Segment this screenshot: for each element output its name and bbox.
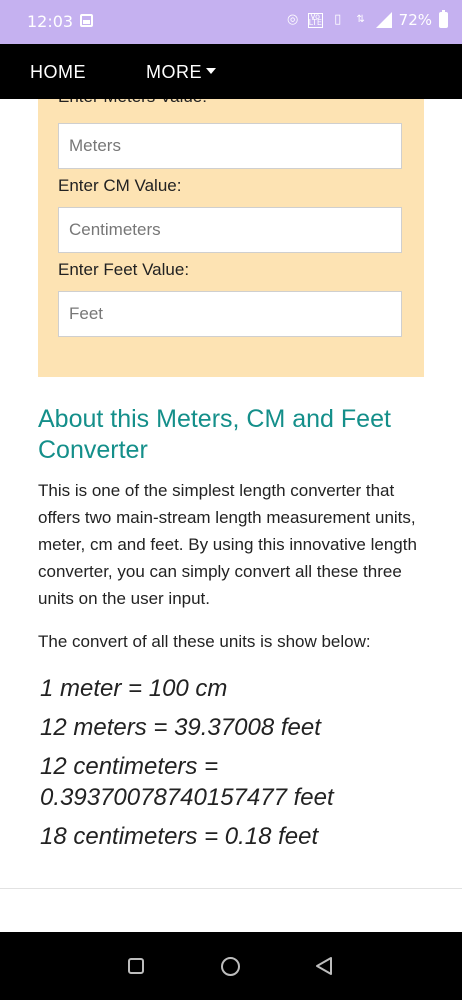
- nav-more-dropdown-overlay[interactable]: MORE: [146, 62, 216, 83]
- about-paragraph: This is one of the simplest length conve…: [38, 481, 417, 608]
- conversion-example: 18 centimeters = 0.18 feet: [40, 823, 319, 850]
- conversion-example: 12 meters = 39.37008 feet: [40, 714, 321, 741]
- back-button[interactable]: [314, 956, 334, 976]
- status-time: 12:03: [27, 12, 74, 31]
- android-nav-bar: [0, 932, 462, 1000]
- feet-label: Enter Feet Value:: [58, 260, 190, 279]
- hotspot-icon: ◎: [286, 12, 299, 27]
- centimeters-input[interactable]: [58, 207, 402, 253]
- conversion-intro: The convert of all these units is show b…: [38, 632, 371, 651]
- battery-icon: [439, 10, 448, 28]
- meters-input[interactable]: [58, 123, 402, 169]
- nav-more-label-overlay: MORE: [146, 62, 202, 82]
- conversion-example: 1 meter = 100 cm: [40, 675, 228, 702]
- battery-percent: 72%: [398, 11, 432, 29]
- status-icons: ◎ Vo LTE ▯ ⇅ 72%: [285, 10, 448, 29]
- converter-card: Enter Meters Value: Enter CM Value: Ente…: [38, 87, 424, 377]
- nav-home-link-overlay[interactable]: HOME: [30, 62, 86, 83]
- signal-icon: [375, 12, 392, 28]
- status-bar: 12:03 ◎ Vo LTE ▯ ⇅ 72%: [0, 0, 462, 44]
- image-icon: [80, 14, 93, 27]
- volte-icon: Vo LTE: [307, 11, 323, 28]
- home-button[interactable]: [221, 957, 240, 976]
- vibrate-icon: ▯: [334, 12, 342, 27]
- feet-input[interactable]: [58, 291, 402, 337]
- caret-down-icon: [206, 68, 216, 75]
- divider: [0, 888, 462, 889]
- top-navbar-overlay: HOME MORE: [0, 44, 462, 99]
- conversion-example: 12 centimeters = 0.39370078740157477 fee…: [40, 753, 334, 811]
- recents-button[interactable]: [128, 958, 144, 974]
- cm-label: Enter CM Value:: [58, 176, 182, 195]
- about-heading: About this Meters, CM and Feet Converter: [38, 405, 391, 464]
- data-arrows-icon: ⇅: [356, 14, 365, 25]
